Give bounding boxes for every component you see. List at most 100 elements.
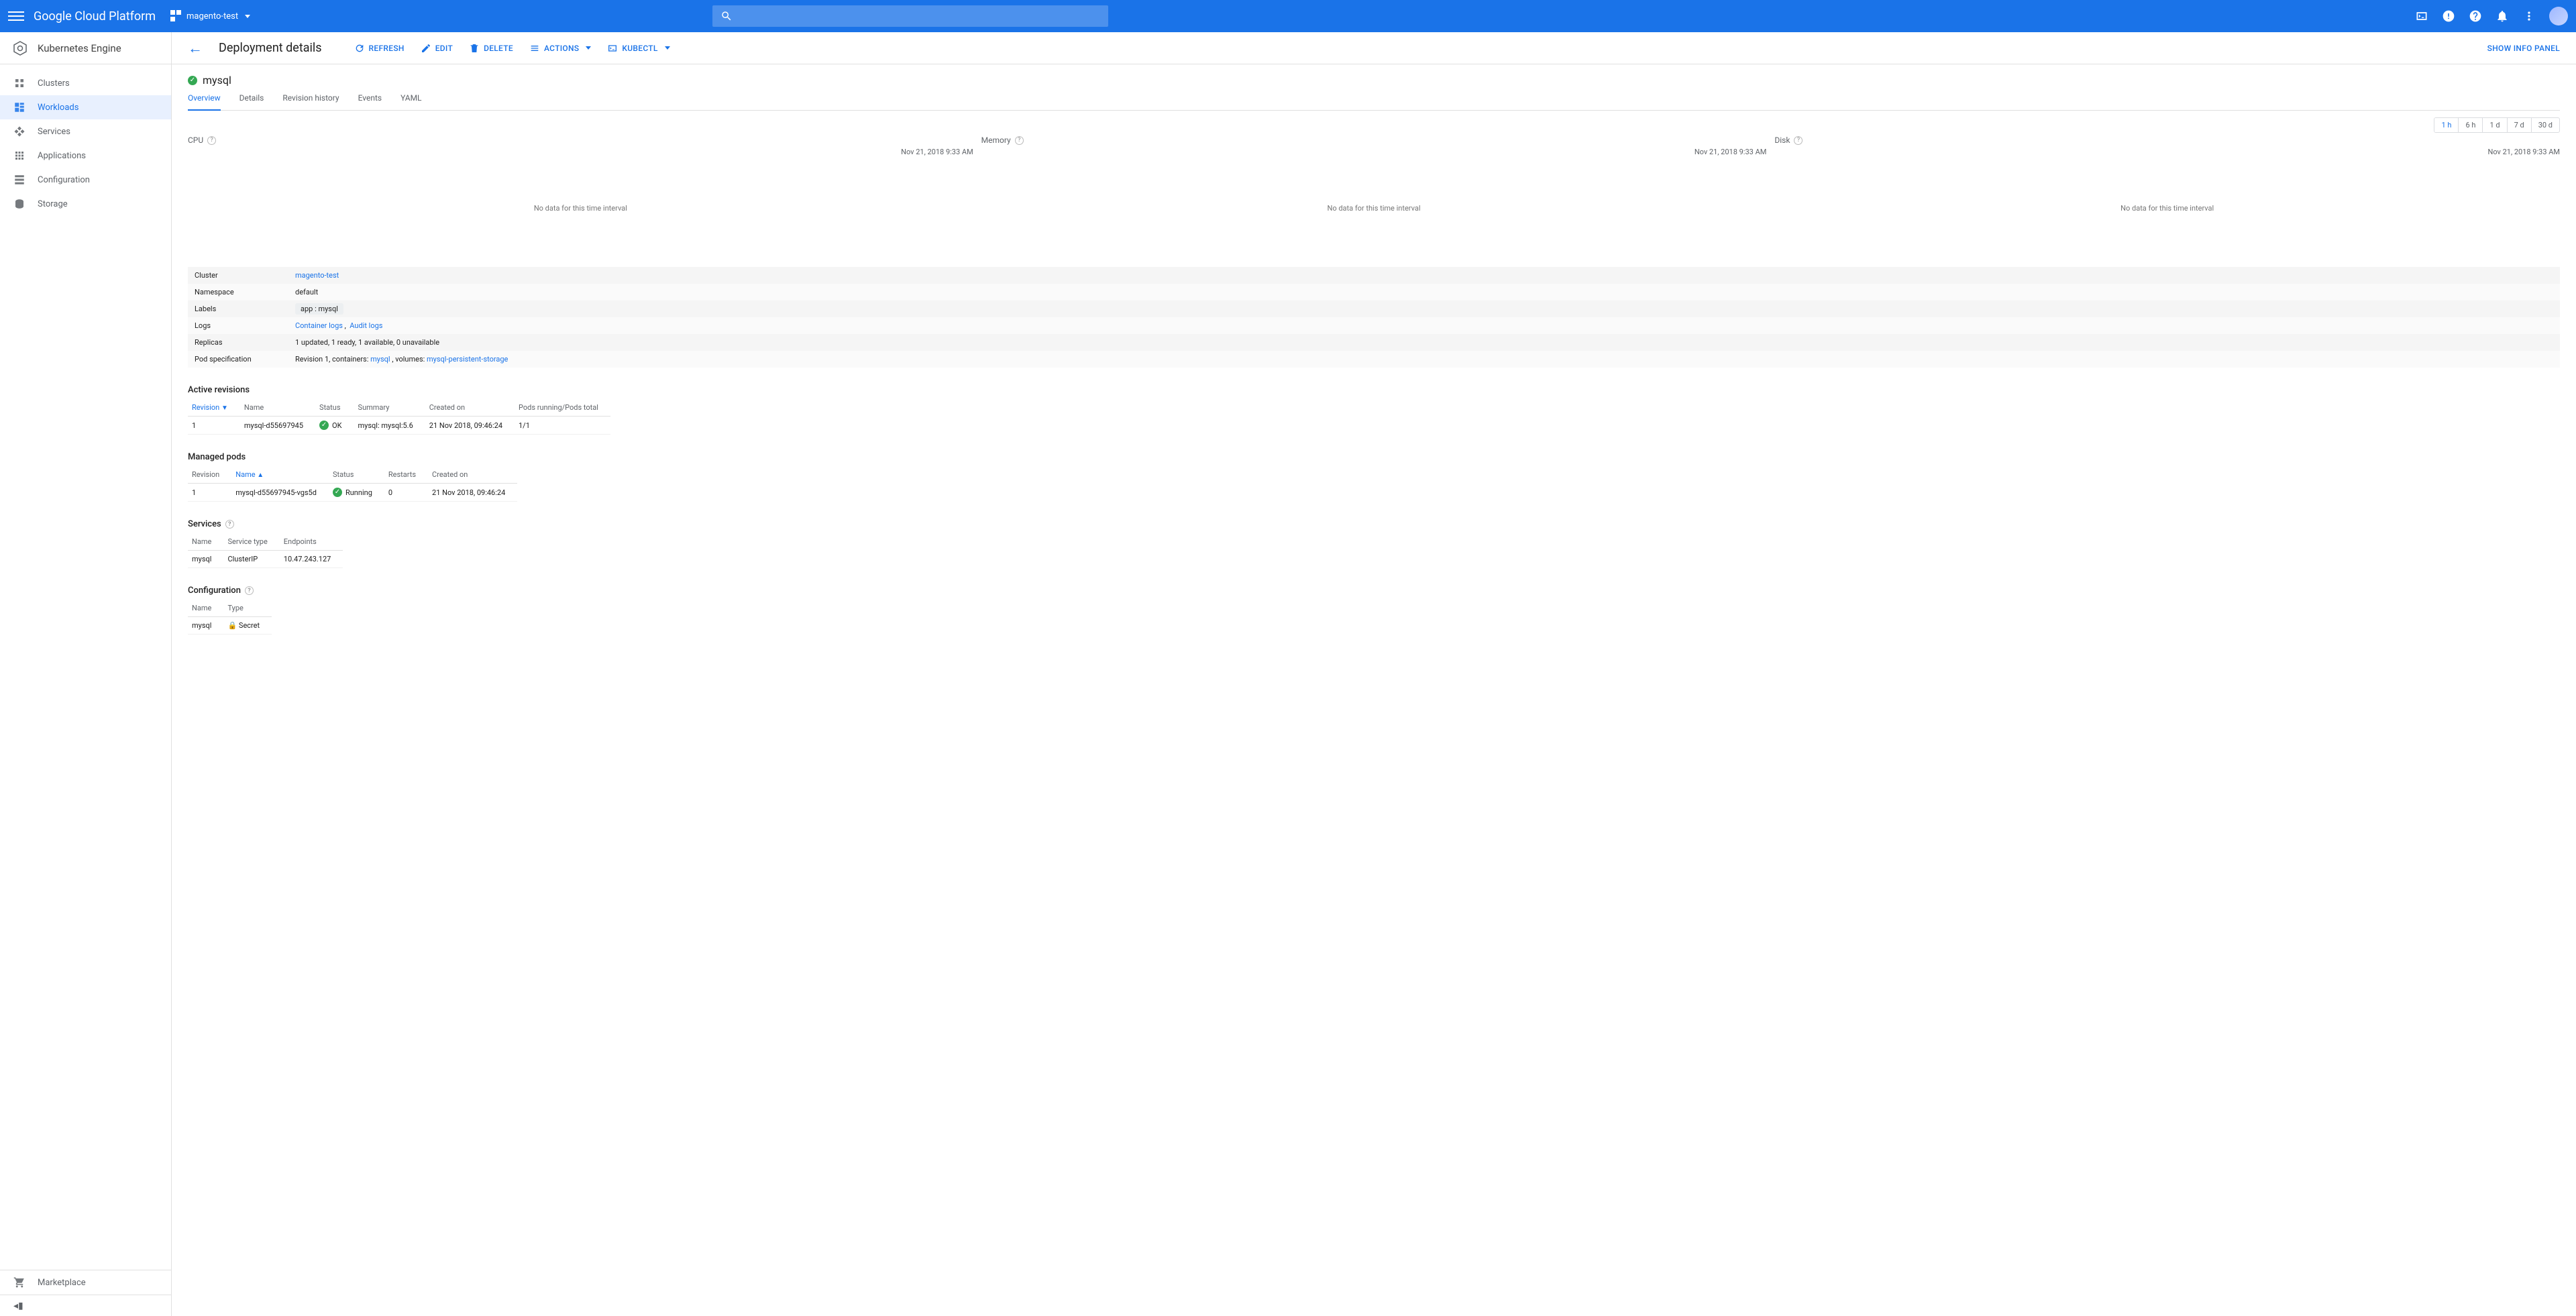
col-created[interactable]: Created on [428,466,517,484]
help-icon[interactable]: ? [1794,136,1803,145]
kv-value: 1 updated, 1 ready, 1 available, 0 unava… [295,338,2560,347]
project-selector[interactable]: magento-test [170,10,250,22]
kv-key: Namespace [188,288,295,296]
project-icon [170,10,182,22]
container-logs-link[interactable]: Container logs [295,321,343,330]
col-created[interactable]: Created on [425,399,515,417]
search-icon [720,10,733,22]
chart-title: CPU [188,135,203,145]
kv-key: Logs [188,321,295,330]
help-icon[interactable]: ? [207,136,216,145]
show-info-panel-button[interactable]: SHOW INFO PANEL [2487,44,2560,53]
lock-icon: 🔒 [227,621,237,630]
col-restarts[interactable]: Restarts [384,466,428,484]
col-name[interactable]: Name ▲ [231,466,329,484]
search-input[interactable] [712,5,1108,27]
volume-link[interactable]: mysql-persistent-storage [427,355,508,364]
col-pods[interactable]: Pods running/Pods total [515,399,610,417]
actions-button[interactable]: ACTIONS [529,43,591,54]
nav-label: Workloads [38,103,78,113]
cluster-link[interactable]: magento-test [295,271,339,280]
notifications-icon[interactable] [2496,9,2509,23]
managed-pods-title: Managed pods [188,452,2560,462]
nav-label: Marketplace [38,1278,86,1288]
range-6h[interactable]: 6 h [2459,118,2483,132]
kubectl-button[interactable]: KUBECTL [607,43,669,54]
audit-logs-link[interactable]: Audit logs [350,321,382,330]
label-chip: app : mysql [295,303,343,315]
nav-label: Services [38,127,70,137]
range-30d[interactable]: 30 d [2532,118,2559,132]
hamburger-menu[interactable] [8,8,24,24]
chart-nodata: No data for this time interval [188,156,973,260]
col-endpoints[interactable]: Endpoints [280,533,343,551]
table-row[interactable]: mysql ClusterIP 10.47.243.127 [188,551,343,568]
more-vert-icon[interactable] [2522,9,2536,23]
nav-workloads[interactable]: Workloads [0,95,171,119]
caret-down-icon [245,15,250,18]
kv-key: Pod specification [188,355,295,364]
col-summary[interactable]: Summary [354,399,425,417]
chart-timestamp: Nov 21, 2018 9:33 AM [981,148,1767,156]
help-icon[interactable]: ? [225,520,234,529]
delete-button[interactable]: DELETE [469,43,513,54]
configuration-table: Name Type mysql 🔒 Secret [188,600,272,635]
tab-events[interactable]: Events [358,93,382,110]
col-name[interactable]: Name [188,533,223,551]
cloud-shell-icon[interactable] [2415,9,2428,23]
nav-marketplace[interactable]: Marketplace [0,1270,171,1295]
avatar[interactable] [2549,7,2568,25]
tab-overview[interactable]: Overview [188,93,221,111]
nav-clusters[interactable]: Clusters [0,71,171,95]
col-name[interactable]: Name [240,399,315,417]
table-row[interactable]: 1 mysql-d55697945-vgs5d ✓Running 0 21 No… [188,484,517,502]
status-ok-icon: ✓ [188,76,197,85]
col-status[interactable]: Status [329,466,384,484]
container-link[interactable]: mysql [370,355,390,364]
nav-storage[interactable]: Storage [0,192,171,216]
range-1h[interactable]: 1 h [2434,118,2459,132]
kv-key: Replicas [188,338,295,347]
chart-nodata: No data for this time interval [1774,156,2560,260]
refresh-button[interactable]: REFRESH [354,43,405,54]
help-icon[interactable] [2469,9,2482,23]
services-title: Services [188,519,221,529]
kv-text: , volumes: [390,355,427,364]
kv-key: Labels [188,305,295,313]
time-range-selector: 1 h 6 h 1 d 7 d 30 d [2434,117,2560,133]
col-type[interactable]: Type [223,600,272,617]
brand-title: Google Cloud Platform [34,9,156,23]
cpu-chart: CPU? Nov 21, 2018 9:33 AM No data for th… [188,135,973,260]
col-revision[interactable]: Revision [188,466,231,484]
active-revisions-table: Revision ▼ Name Status Summary Created o… [188,399,610,435]
tab-details[interactable]: Details [239,93,264,110]
range-1d[interactable]: 1 d [2483,118,2507,132]
help-icon[interactable]: ? [245,586,254,595]
collapse-sidebar[interactable]: ◂▮ [0,1295,171,1316]
nav-services[interactable]: Services [0,119,171,144]
active-revisions-title: Active revisions [188,385,2560,395]
back-arrow-icon[interactable]: ← [188,40,203,57]
disk-chart: Disk? Nov 21, 2018 9:33 AM No data for t… [1774,135,2560,260]
help-icon[interactable]: ? [1015,136,1024,145]
table-row[interactable]: mysql 🔒 Secret [188,617,272,635]
col-revision[interactable]: Revision ▼ [188,399,240,417]
nav-configuration[interactable]: Configuration [0,168,171,192]
nav-label: Storage [38,199,68,209]
chart-title: Memory [981,135,1011,145]
col-status[interactable]: Status [315,399,354,417]
col-name[interactable]: Name [188,600,223,617]
product-header: Kubernetes Engine [0,32,171,64]
table-row[interactable]: 1 mysql-d55697945 ✓OK mysql: mysql:5.6 2… [188,417,610,435]
services-table: Name Service type Endpoints mysql Cluste… [188,533,343,568]
nav-label: Applications [38,151,86,161]
tab-revision-history[interactable]: Revision history [282,93,339,110]
range-7d[interactable]: 7 d [2508,118,2532,132]
chart-title: Disk [1774,135,1790,145]
col-type[interactable]: Service type [223,533,279,551]
nav-applications[interactable]: Applications [0,144,171,168]
edit-button[interactable]: EDIT [421,43,453,54]
feedback-icon[interactable] [2442,9,2455,23]
configuration-title: Configuration [188,586,241,596]
tab-yaml[interactable]: YAML [400,93,421,110]
